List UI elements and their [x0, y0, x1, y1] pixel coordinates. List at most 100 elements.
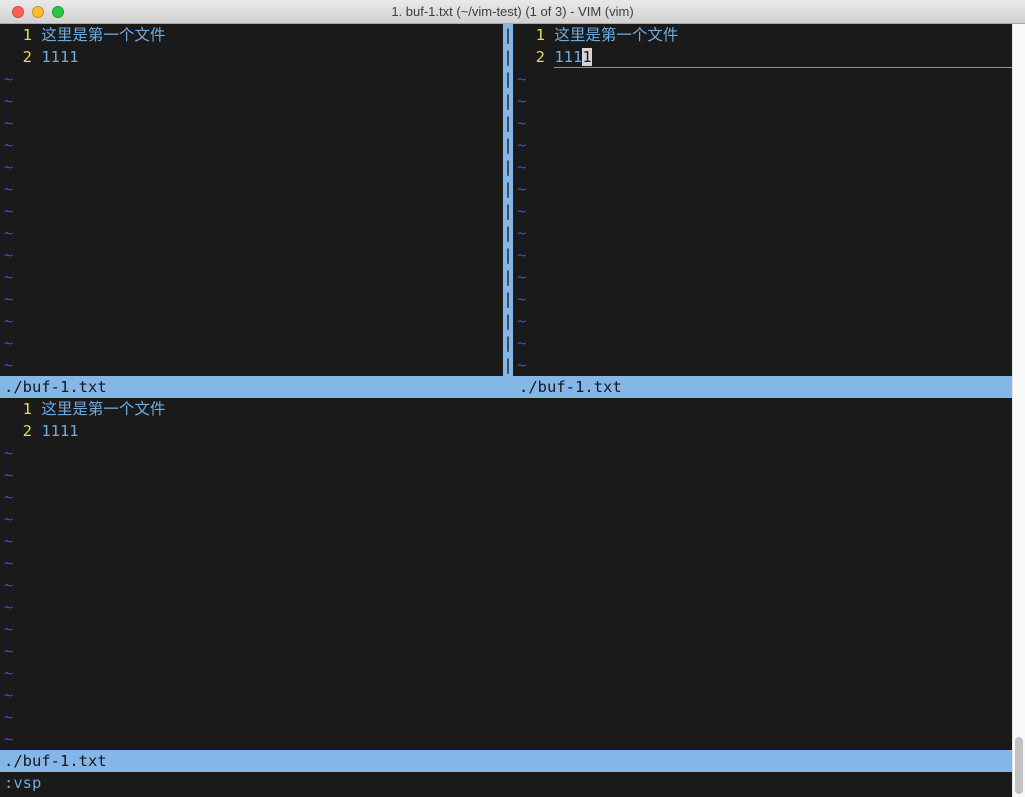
empty-line-tilde: ~	[513, 288, 1012, 310]
separator-bar-glyph: |	[503, 288, 513, 310]
empty-line-tilde: ~	[0, 178, 503, 200]
scrollbar-thumb[interactable]	[1015, 737, 1023, 794]
line-number-gap	[545, 24, 554, 46]
empty-line-tilde: ~	[0, 530, 1012, 552]
empty-line-tilde: ~	[513, 266, 1012, 288]
vim-pane-top-left[interactable]: 1这里是第一个文件 21111 ~ ~~~~~~~~~~~~~	[0, 24, 503, 376]
empty-line-tilde: ~	[0, 442, 1012, 464]
line-number-gap	[32, 46, 41, 68]
line-number-gap	[32, 24, 41, 46]
separator-bar-glyph: |	[503, 178, 513, 200]
empty-line-tilde: ~	[513, 244, 1012, 266]
scrollbar-track[interactable]	[1012, 24, 1025, 797]
buffer-line: 1 这里是第一个文件	[0, 24, 503, 46]
empty-line-tilde: ~	[0, 68, 503, 90]
empty-line-tilde: ~	[513, 332, 1012, 354]
empty-line-tilde: ~	[513, 222, 1012, 244]
line-number: 1	[4, 398, 32, 420]
separator-bar-glyph: |	[503, 24, 513, 46]
empty-line-tilde: ~	[513, 68, 1012, 90]
separator-bar-glyph: |	[503, 134, 513, 156]
buffer-line: 2 1111	[0, 46, 503, 68]
command-line[interactable]: :vsp	[0, 772, 1012, 797]
empty-line-tilde: ~	[0, 574, 1012, 596]
empty-line-tilde: ~	[0, 662, 1012, 684]
buffer-line: 1 这里是第一个文件	[513, 24, 1012, 46]
empty-line-tilde: ~	[0, 552, 1012, 574]
status-filename-right: ./buf-1.txt	[519, 376, 622, 398]
empty-line-tilde: ~	[0, 486, 1012, 508]
empty-line-tilde: ~	[513, 156, 1012, 178]
separator-bar-glyph: |	[503, 112, 513, 134]
vim-pane-bottom[interactable]: 1这里是第一个文件 21111 ~ ~~~~~~~~~~~~~	[0, 398, 1012, 750]
macos-window: { "window": { "title": "1. buf-1.txt (~/…	[0, 0, 1025, 797]
buffer-text: 1111	[41, 46, 78, 68]
empty-line-tilde: ~	[0, 354, 503, 376]
line-number: 2	[517, 46, 545, 68]
vim-cursor: 1	[582, 48, 591, 66]
status-filename-left: ./buf-1.txt	[4, 376, 107, 398]
empty-line-tilde: ~	[0, 156, 503, 178]
separator-bar-glyph: |	[503, 156, 513, 178]
empty-line-tilde: ~	[513, 112, 1012, 134]
separator-bar-glyph: |	[503, 222, 513, 244]
title-bar[interactable]: 1. buf-1.txt (~/vim-test) (1 of 3) - VIM…	[0, 0, 1025, 24]
empty-line-tilde: ~	[0, 728, 1012, 750]
empty-line-tilde: ~	[0, 90, 503, 112]
traffic-lights	[12, 6, 64, 18]
top-split: 1这里是第一个文件 21111 ~ ~~~~~~~~~~~~~ | ||||||…	[0, 24, 1012, 376]
window-title: 1. buf-1.txt (~/vim-test) (1 of 3) - VIM…	[0, 4, 1025, 19]
empty-line-tilde: ~	[513, 354, 1012, 376]
empty-line-tilde: ~	[0, 684, 1012, 706]
empty-line-tilde: ~	[0, 288, 503, 310]
empty-line-tilde: ~	[0, 112, 503, 134]
empty-line-tilde: ~	[0, 618, 1012, 640]
empty-line-tilde: ~	[0, 200, 503, 222]
empty-line-tilde: ~	[513, 200, 1012, 222]
line-number: 1	[517, 24, 545, 46]
empty-line-tilde: ~	[0, 134, 503, 156]
line-number: 2	[4, 46, 32, 68]
empty-line-tilde: ~	[513, 310, 1012, 332]
line-number-gap	[545, 46, 554, 68]
vertical-split-separator[interactable]: | |||||||||||||||	[503, 24, 513, 376]
line-number-gap	[32, 420, 41, 442]
buffer-text: 这里是第一个文件	[41, 24, 165, 46]
empty-line-tilde: ~	[0, 640, 1012, 662]
empty-line-tilde: ~	[0, 706, 1012, 728]
line-number-gap	[32, 398, 41, 420]
separator-bar-glyph: |	[503, 354, 513, 376]
minimize-button[interactable]	[32, 6, 44, 18]
empty-line-tilde: ~	[0, 464, 1012, 486]
buffer-line: 1这里是第一个文件	[0, 398, 1012, 420]
separator-bar-glyph: |	[503, 46, 513, 68]
empty-line-tilde: ~	[0, 266, 503, 288]
separator-bar-glyph: |	[503, 90, 513, 112]
separator-bar-glyph: |	[503, 266, 513, 288]
buffer-text: 这里是第一个文件	[554, 24, 678, 46]
empty-line-tilde: ~	[513, 134, 1012, 156]
empty-line-tilde: ~	[0, 222, 503, 244]
empty-line-tilde: ~	[0, 310, 503, 332]
separator-bar-glyph: |	[503, 200, 513, 222]
status-line-bottom[interactable]: ./buf-1.txt	[0, 750, 1012, 772]
status-line-top[interactable]: ./buf-1.txt ./buf-1.txt	[0, 376, 1012, 398]
empty-line-tilde: ~	[0, 508, 1012, 530]
buffer-line: 2 1111	[0, 420, 1012, 442]
empty-line-tilde: ~	[0, 244, 503, 266]
separator-bar-glyph: |	[503, 68, 513, 90]
empty-line-tilde: ~	[513, 178, 1012, 200]
buffer-line-cursor: 2 1111	[513, 46, 1012, 68]
line-number: 2	[4, 420, 32, 442]
empty-line-tilde: ~	[0, 332, 503, 354]
zoom-button[interactable]	[52, 6, 64, 18]
separator-bar-glyph: |	[503, 332, 513, 354]
status-filename-bottom: ./buf-1.txt	[4, 750, 107, 772]
buffer-text: 1111	[41, 420, 78, 442]
separator-bar-glyph: |	[503, 244, 513, 266]
vim-terminal: 1这里是第一个文件 21111 ~ ~~~~~~~~~~~~~ | ||||||…	[0, 24, 1012, 797]
text-before-cursor: 111	[554, 48, 582, 66]
vim-pane-top-right[interactable]: 1这里是第一个文件 21111 ~ ~~~~~~~~~~~~~	[513, 24, 1012, 376]
close-button[interactable]	[12, 6, 24, 18]
line-number: 1	[4, 24, 32, 46]
